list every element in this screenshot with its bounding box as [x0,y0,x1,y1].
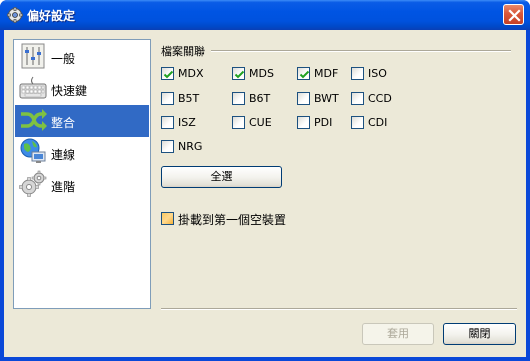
nav-label-general: 一般 [51,52,76,66]
checkbox-box[interactable] [161,92,174,105]
window-title: 偏好設定 [27,9,76,23]
nav-label-hotkeys: 快速鍵 [51,84,88,98]
apply-button[interactable]: 套用 [362,323,434,345]
nav-item-connection[interactable]: 連線 [15,137,149,169]
checkbox-label: CUE [249,116,272,129]
nav-label-integration: 整合 [51,116,76,130]
checkbox-label: MDX [178,67,204,80]
gear-icon [7,7,23,23]
checkbox-label: BWT [314,92,339,105]
checkbox-label: ISO [368,67,387,80]
nav-item-integration[interactable]: 整合 [15,105,149,137]
nav-item-general[interactable]: 一般 [15,41,149,73]
file-association-title: 檔案關聯 [161,45,205,58]
keyboard-icon [18,73,48,103]
gears-icon [18,169,48,199]
checkbox-label: PDI [314,116,333,129]
checkbox-label: MDS [249,67,274,80]
checkbox-label: CCD [368,92,392,105]
footer-divider [161,308,517,310]
nav-item-advanced[interactable]: 進階 [15,169,149,201]
checkbox-box[interactable] [351,92,364,105]
mount-label: 掛載到第一個空裝置 [178,213,287,227]
sliders-icon [18,41,48,71]
checkbox-box[interactable] [161,116,174,129]
checkbox-box[interactable] [232,67,245,80]
nav-label-advanced: 進階 [51,180,76,194]
category-list: 一般 快速鍵 整合 連線 進階 [13,39,151,309]
checkbox-box[interactable] [351,116,364,129]
close-dialog-button[interactable]: 關閉 [443,323,516,345]
nav-label-connection: 連線 [51,148,76,162]
dialog-body: 一般 快速鍵 整合 連線 進階 檔案關聯 MDX MDS MDF ISO B5T… [4,30,526,357]
checkbox-box[interactable] [232,92,245,105]
preferences-window: 偏好設定 一般 快速鍵 整合 連線 進階 檔案關聯 MDX MDS MDF IS… [0,0,530,361]
nav-item-hotkeys[interactable]: 快速鍵 [15,73,149,105]
checkbox-label: CDI [368,116,388,129]
checkbox-label: MDF [314,67,339,80]
checkbox-box[interactable] [297,116,310,129]
close-icon [508,9,521,22]
close-button[interactable] [503,4,524,25]
checkbox-label: B5T [178,92,200,105]
checkbox-box[interactable] [161,212,174,225]
checkbox-box[interactable] [297,67,310,80]
checkbox-box[interactable] [297,92,310,105]
title-bar[interactable]: 偏好設定 [0,0,530,30]
checkbox-box[interactable] [161,67,174,80]
select-all-button[interactable]: 全選 [161,166,282,188]
checkbox-label: ISZ [178,116,196,129]
network-globe-icon [18,137,48,167]
checkbox-box[interactable] [161,140,174,153]
checkbox-box[interactable] [351,67,364,80]
group-divider [211,50,511,52]
shuffle-icon [18,105,48,135]
checkbox-label: B6T [249,92,271,105]
checkbox-box[interactable] [232,116,245,129]
checkbox-label: NRG [178,140,203,153]
